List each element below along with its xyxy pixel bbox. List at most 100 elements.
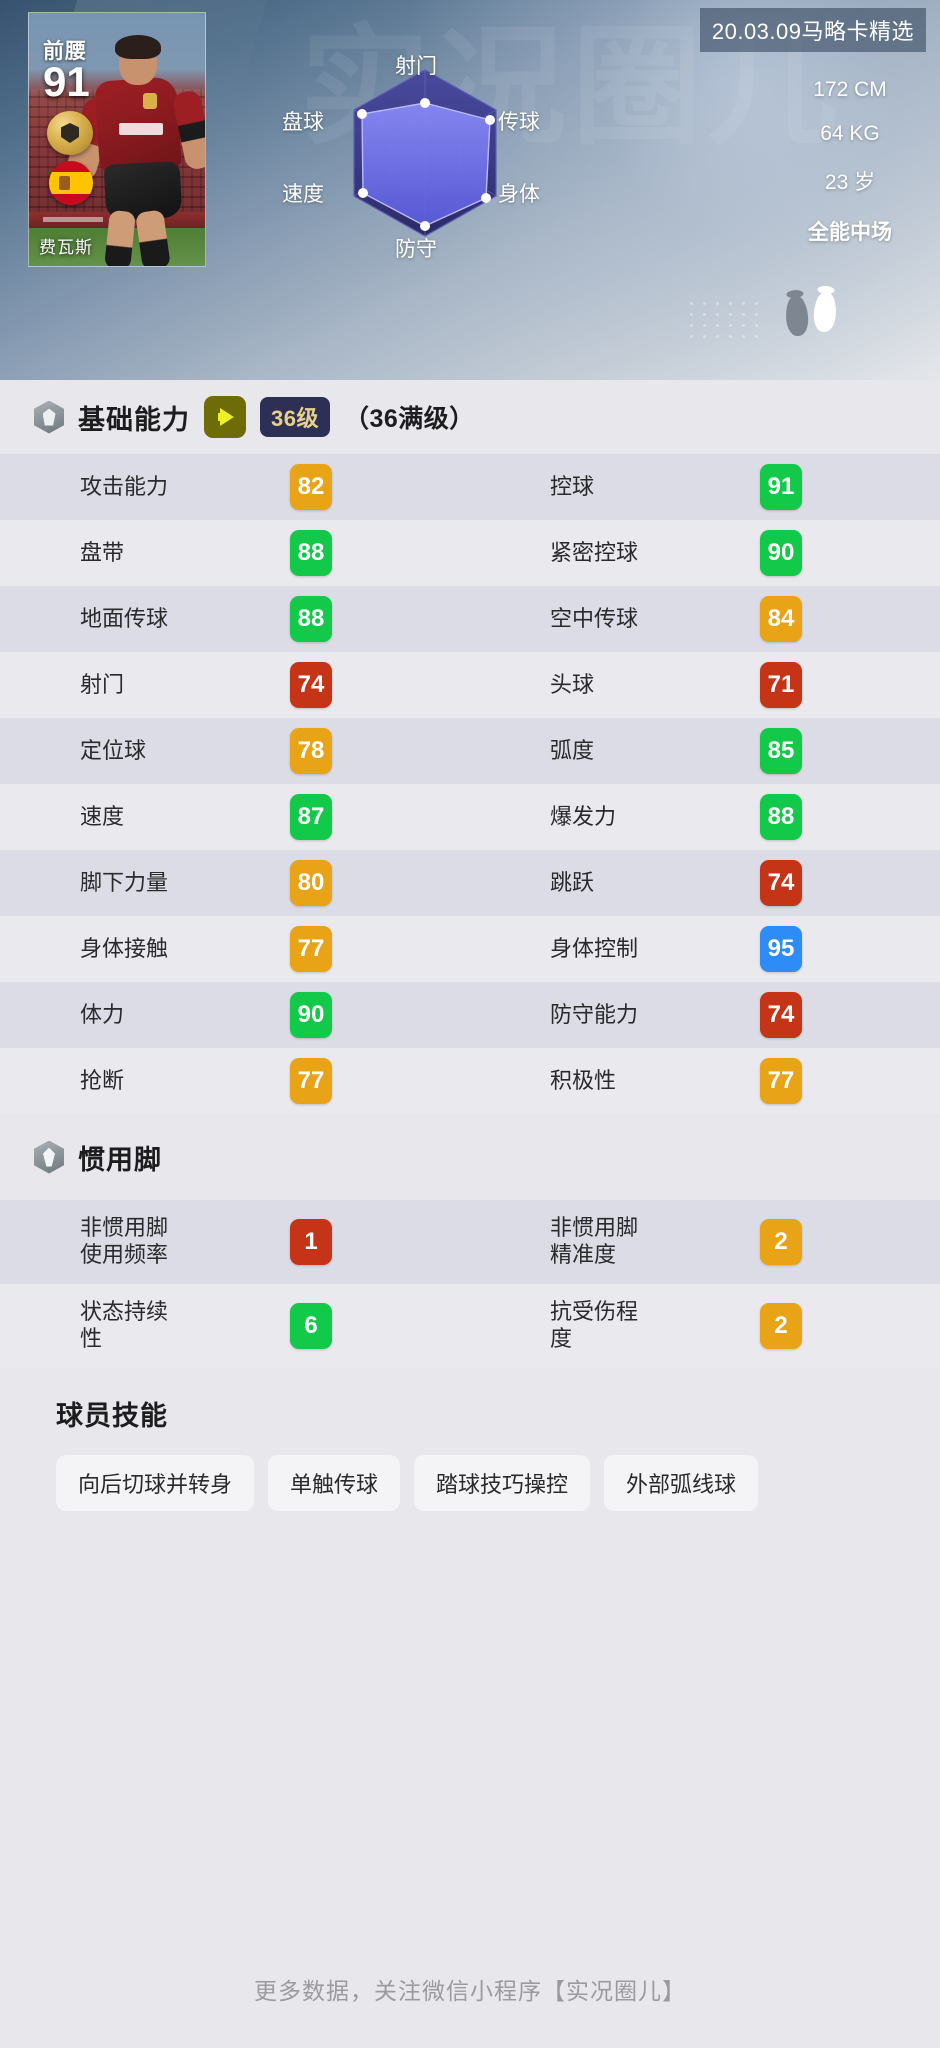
stat-cell: 积极性 77 [470,1058,940,1104]
table-row: 身体接触 77 身体控制 95 [0,916,940,982]
stat-cell: 脚下力量 80 [0,860,470,906]
stat-value-badge: 6 [290,1303,332,1349]
dot-grid-decoration [685,298,765,340]
stat-cell: 防守能力 74 [470,992,940,1038]
table-row: 地面传球 88 空中传球 84 [0,586,940,652]
stat-cell: 盘带 88 [0,530,470,576]
level-badge: 36级 [260,397,330,437]
stat-cell: 状态持续性 6 [0,1299,470,1353]
radar-label-speed: 速度 [282,183,324,206]
radar-label-physical: 身体 [498,183,540,206]
stat-label: 定位球 [80,738,147,764]
arrow-right-icon[interactable] [204,396,246,438]
stat-cell: 头球 71 [470,662,940,708]
stat-cell: 攻击能力 82 [0,464,470,510]
stat-value-badge: 90 [760,530,802,576]
stat-value-badge: 80 [290,860,332,906]
table-row: 盘带 88 紧密控球 90 [0,520,940,586]
stat-value-badge: 95 [760,926,802,972]
stat-cell: 定位球 78 [0,728,470,774]
section-header-foot: 惯用脚 [0,1114,940,1200]
stat-value-badge: 77 [290,1058,332,1104]
skill-tag[interactable]: 踏球技巧操控 [414,1455,591,1511]
stat-label: 攻击能力 [80,474,169,500]
stat-value-badge: 91 [760,464,802,510]
level-max-label: （36满级） [343,405,475,433]
stat-cell: 弧度 85 [470,728,940,774]
stat-value-badge: 88 [290,530,332,576]
stat-value-badge: 77 [760,1058,802,1104]
stat-label: 头球 [550,672,595,698]
stat-cell: 空中传球 84 [470,596,940,642]
footer-note: 更多数据，关注微信小程序【实况圈儿】 [254,1978,686,2004]
stat-cell: 抢断 77 [0,1058,470,1104]
stat-label: 射门 [80,672,125,698]
stat-value-badge: 87 [290,794,332,840]
stat-value-badge: 77 [290,926,332,972]
table-row: 攻击能力 82 控球 91 [0,454,940,520]
skill-tag-list: 向后切球并转身 单触传球 踏球技巧操控 外部弧线球 [0,1433,940,1511]
player-height: 172 CM [813,78,887,101]
table-row: 脚下力量 80 跳跃 74 [0,850,940,916]
stat-label: 抢断 [80,1068,125,1094]
stat-cell: 身体控制 95 [470,926,940,972]
radar-label-shooting: 射门 [395,55,437,78]
stat-value-badge: 71 [760,662,802,708]
player-role: 全能中场 [808,221,892,244]
table-row: 速度 87 爆发力 88 [0,784,940,850]
stat-value-badge: 88 [760,794,802,840]
stat-label: 状态持续性 [80,1299,169,1351]
skills-section: 球员技能 向后切球并转身 单触传球 踏球技巧操控 外部弧线球 [0,1368,940,1511]
stat-label: 身体接触 [80,936,169,962]
stat-label: 弧度 [550,738,595,764]
stat-value-badge: 2 [760,1303,802,1349]
hero-banner: 实况圈儿 前腰 91 费瓦斯 射门 传球 身体 防守 速度 盘球 20.03.0… [0,0,940,380]
skill-tag[interactable]: 外部弧线球 [604,1455,759,1511]
table-row: 射门 74 头球 71 [0,652,940,718]
stat-label: 身体控制 [550,936,639,962]
stat-label: 紧密控球 [550,540,639,566]
basic-stats-table: 攻击能力 82 控球 91 盘带 88 紧密控球 90 地面传球 88 空中传球 84 射门 74 头球 71… [0,454,940,1114]
table-row: 体力 90 防守能力 74 [0,982,940,1048]
radar-label-defence: 防守 [395,238,437,261]
skill-tag[interactable]: 向后切球并转身 [56,1455,255,1511]
stat-value-badge: 74 [760,992,802,1038]
stat-value-badge: 85 [760,728,802,774]
table-row: 非惯用脚 使用频率 1 非惯用脚 精准度 2 [0,1200,940,1284]
section-title-basic: 基础能力 [78,404,190,435]
stat-cell: 紧密控球 90 [470,530,940,576]
player-age: 23 岁 [824,171,876,194]
player-photo [64,31,205,266]
spain-flag-icon [49,161,93,205]
stat-value-badge: 1 [290,1219,332,1265]
hexagon-boot-icon [34,1140,64,1174]
stat-label: 速度 [80,804,125,830]
stat-label: 爆发力 [550,804,617,830]
player-name: 费瓦斯 [39,238,93,257]
player-card[interactable]: 前腰 91 费瓦斯 [28,12,206,267]
stat-cell: 非惯用脚 使用频率 1 [0,1215,470,1269]
stat-value-badge: 74 [760,860,802,906]
stat-value-badge: 84 [760,596,802,642]
ability-radar-chart: 射门 传球 身体 防守 速度 盘球 [282,48,550,263]
collection-title: 20.03.09马略卡精选 [699,8,926,52]
player-meta-list: 172 CM 64 KG 23 岁 全能中场 [808,78,892,246]
stat-label: 积极性 [550,1068,617,1094]
skill-tag[interactable]: 单触传球 [268,1455,401,1511]
stat-label: 控球 [550,474,595,500]
stat-value-badge: 90 [290,992,332,1038]
stat-cell: 射门 74 [0,662,470,708]
club-crest-icon [47,111,93,155]
stat-cell: 地面传球 88 [0,596,470,642]
stat-label: 空中传球 [550,606,639,632]
stat-cell: 爆发力 88 [470,794,940,840]
stat-label: 跳跃 [550,870,595,896]
table-row: 状态持续性 6 抗受伤程度 2 [0,1284,940,1368]
radar-label-dribbling: 盘球 [282,111,324,134]
stat-label: 防守能力 [550,1002,639,1028]
stat-cell: 抗受伤程度 2 [470,1299,940,1353]
section-header-basic: 基础能力 36级 （36满级） [0,380,940,454]
stat-label: 盘带 [80,540,125,566]
stat-value-badge: 2 [760,1219,802,1265]
player-weight: 64 KG [820,122,880,145]
